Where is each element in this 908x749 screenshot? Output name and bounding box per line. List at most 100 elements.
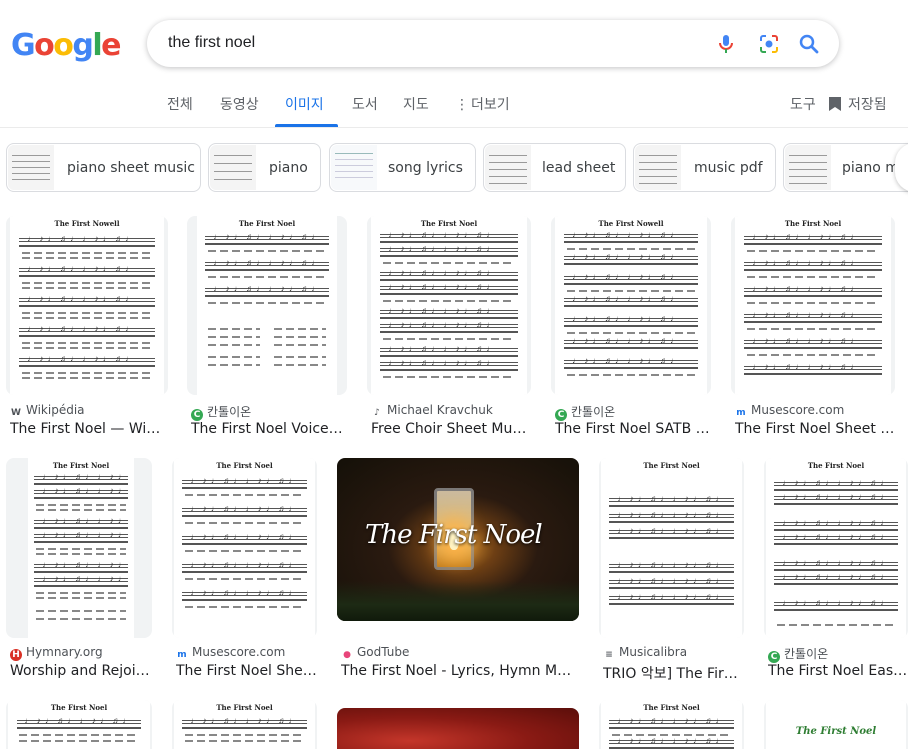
result-thumbnail[interactable]: The First Noel [172,458,317,638]
result-source[interactable]: ♪ Michael Kravchuk [371,403,493,419]
evergreen-branches [337,581,579,621]
result-thumbnail[interactable]: The First Noel [6,700,152,749]
camera-lens-icon[interactable] [757,32,781,56]
result-source[interactable]: ≡ Musicalibra [603,645,687,661]
tab-maps[interactable]: 지도 [403,94,429,114]
result-thumbnail[interactable]: The First Noel [187,216,347,395]
result-source[interactable]: C 칸톨이온 [768,645,828,663]
tools-button[interactable]: 도구 [790,94,816,114]
search-icon[interactable] [797,32,821,56]
image-result[interactable]: The First Noel C 칸톨이온 The First Noel Voic… [187,216,347,442]
result-title[interactable]: The First Noel Sheet mu... [735,421,903,437]
sheet-music-image: The First Noel [371,216,527,395]
sheet-title: The First Noel [643,703,700,712]
source-name: Musicalibra [619,645,688,659]
image-result[interactable]: The First Noel [764,700,908,749]
saved-button[interactable]: 저장됨 [828,94,887,114]
tab-more[interactable]: ⋮ 더보기 [455,94,510,114]
result-thumbnail[interactable]: The First Noel [599,700,744,749]
sheet-title: The First Noel [50,703,108,712]
logo-letter: l [92,28,102,63]
bookmark-icon [829,97,841,111]
lantern-photo[interactable]: The First Noel [337,458,579,621]
result-thumbnail[interactable]: The First Noel [172,700,317,749]
tab-books[interactable]: 도서 [352,94,378,114]
result-title[interactable]: The First Noel — Wiki... [10,421,164,437]
sheet-music-image: The First Nowell [555,216,707,395]
music-note-icon: ♪ [374,408,380,418]
image-result[interactable]: The First Nowell W Wikipédia The First No… [6,216,168,442]
result-thumbnail[interactable]: The First Noel [764,700,908,749]
result-source[interactable]: H Hymnary.org [10,645,103,661]
image-result[interactable]: The First Noel C 칸톨이온 The First Noel Easy… [764,458,908,684]
image-result[interactable]: The First Noel ● GodTube The First Noel -… [337,458,579,684]
result-source[interactable]: m Musescore.com [176,645,285,661]
tab-all[interactable]: 전체 [167,94,193,114]
result-title[interactable]: The First Noel Shee... [176,663,317,679]
image-result[interactable]: The First Noel [6,700,152,749]
result-thumbnail[interactable]: The First Noel [599,458,744,638]
result-thumbnail[interactable] [337,708,579,749]
chip-lead-sheet[interactable]: lead sheet [483,143,626,192]
source-name: GodTube [357,645,410,659]
search-input[interactable]: the first noel [168,34,255,52]
image-result[interactable]: The First Noel [172,700,317,749]
chip-thumbnail [8,145,54,190]
result-source[interactable]: ● GodTube [341,645,409,661]
image-result[interactable]: The First Noel ♪ Michael Kravchuk Free Ch… [367,216,531,442]
chip-thumbnail [331,145,377,190]
result-title[interactable]: Free Choir Sheet Musi... [371,421,531,437]
sheet-title: The First Noel [795,726,877,737]
result-thumbnail[interactable]: The First Nowell [6,216,168,395]
chip-music-pdf[interactable]: music pdf [633,143,776,192]
source-name: Wikipédia [26,403,85,417]
google-logo[interactable]: Google [11,28,122,63]
sheet-music-image: The First Noel [766,700,906,749]
search-tabs: 전체 동영상 이미지 도서 지도 ⋮ 더보기 도구 저장됨 [0,86,908,128]
cantorion-icon: C [191,409,203,421]
sheet-title: The First Noel [643,461,700,470]
sheet-title: The First Noel [216,703,273,712]
image-result[interactable]: The First Noel H Hymnary.org Worship and … [6,458,152,684]
chip-song-lyrics[interactable]: song lyrics [329,143,476,192]
chip-piano[interactable]: piano [208,143,321,192]
chip-thumbnail [210,145,256,190]
image-result[interactable]: The First Noel [599,700,744,749]
chip-piano-sheet-music[interactable]: piano sheet music [6,143,201,192]
result-title[interactable]: The First Noel Voice - ... [191,421,347,437]
related-search-chips: piano sheet music piano song lyrics lead… [0,143,908,193]
result-thumbnail[interactable]: The First Noel [731,216,895,395]
result-source[interactable]: C 칸톨이온 [191,403,251,421]
chip-thumbnail [785,145,831,190]
result-thumbnail[interactable]: The First Nowell [551,216,711,395]
image-result[interactable]: The First Noel m Musescore.com The First … [172,458,317,684]
tab-images[interactable]: 이미지 [285,94,324,114]
sheet-title: The First Noel [784,219,842,228]
tab-videos[interactable]: 동영상 [220,94,259,114]
image-result[interactable] [337,708,579,749]
result-title[interactable]: The First Noel SATB - ... [555,421,711,437]
result-title[interactable]: TRIO 악보] The First... [603,663,744,683]
result-title[interactable]: The First Noel - Lyrics, Hymn Mean... [341,663,579,679]
search-box[interactable]: the first noel [147,20,839,67]
result-title[interactable]: Worship and Rejoic... [10,663,152,679]
result-thumbnail[interactable]: The First Noel [367,216,531,395]
chip-piano-m[interactable]: piano m [783,143,908,192]
musescore-icon: m [177,650,187,660]
cantorion-icon: C [768,651,780,663]
result-source[interactable]: W Wikipédia [10,403,85,419]
result-thumbnail[interactable]: The First Noel [764,458,908,638]
image-result[interactable]: The First Noel ≡ Musicalibra TRIO 악보] The… [599,458,744,684]
result-source[interactable]: m Musescore.com [735,403,844,419]
header: Google the first noel 전체 동영상 이미지 도서 지도 ⋮… [0,0,908,128]
image-result[interactable]: The First Noel m Musescore.com The First … [731,216,903,442]
result-title[interactable]: The First Noel Easy ... [768,663,908,679]
result-source[interactable]: C 칸톨이온 [555,403,615,421]
result-thumbnail[interactable]: The First Noel [6,458,152,638]
microphone-icon[interactable] [714,32,738,56]
source-name: 칸톨이온 [784,647,829,661]
image-result[interactable]: The First Nowell C 칸톨이온 The First Noel SA… [551,216,711,442]
logo-letter: o [53,28,74,63]
active-tab-indicator [275,124,338,127]
chip-label: song lyrics [388,160,463,176]
